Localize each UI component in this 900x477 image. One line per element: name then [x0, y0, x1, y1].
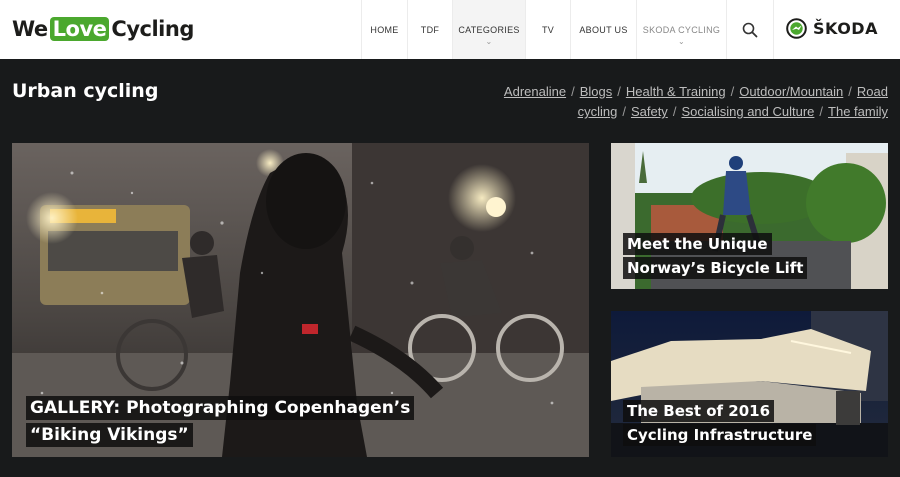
separator: /: [672, 104, 677, 119]
category-link-outdoor-mountain[interactable]: Outdoor/Mountain: [739, 84, 843, 99]
separator: /: [730, 84, 735, 99]
site-logo[interactable]: We Love Cycling: [12, 16, 194, 42]
nav-about-us[interactable]: ABOUT US: [570, 0, 636, 59]
nav-home[interactable]: HOME: [361, 0, 407, 59]
article-title[interactable]: GALLERY: Photographing Copenhagen’s “Bik…: [26, 395, 446, 449]
category-link-adrenaline[interactable]: Adrenaline: [504, 84, 566, 99]
category-link-the-family[interactable]: The family: [828, 104, 888, 119]
separator: /: [848, 84, 852, 99]
separator: /: [617, 84, 621, 99]
sponsor-logo[interactable]: ŠKODA: [786, 18, 878, 39]
sponsor-name: ŠKODA: [813, 19, 878, 38]
category-link-safety[interactable]: Safety: [631, 104, 668, 119]
nav-tv[interactable]: TV: [525, 0, 570, 59]
separator: /: [571, 84, 575, 99]
logo-word-cycling: Cycling: [111, 17, 194, 41]
article-title[interactable]: Meet the Unique Norway’s Bicycle Lift: [623, 232, 833, 280]
nav-categories[interactable]: CATEGORIES ⌄: [452, 0, 525, 59]
nav-tdf[interactable]: TDF: [407, 0, 452, 59]
chevron-down-icon: ⌄: [485, 37, 493, 46]
logo-word-we: We: [12, 17, 48, 41]
logo-word-love: Love: [49, 17, 110, 41]
article-title[interactable]: The Best of 2016 Cycling Infrastructure: [623, 399, 833, 447]
page-title: Urban cycling: [12, 80, 159, 102]
skoda-logo-icon: [786, 18, 807, 39]
article-card[interactable]: The Best of 2016 Cycling Infrastructure: [611, 311, 888, 457]
nav-categories-label: CATEGORIES: [458, 24, 520, 35]
nav-skoda-cycling[interactable]: SKODA CYCLING ⌄: [636, 0, 726, 59]
separator: /: [622, 104, 626, 119]
search-icon: [742, 22, 758, 37]
site-header: We Love Cycling HOME TDF CATEGORIES ⌄ TV…: [0, 0, 900, 59]
category-link-health-training[interactable]: Health & Training: [626, 84, 726, 99]
main-nav: HOME TDF CATEGORIES ⌄ TV ABOUT US SKODA …: [361, 0, 774, 59]
category-links: Adrenaline / Blogs / Health & Training / Outdo…: [470, 82, 888, 122]
nav-skoda-cycling-label: SKODA CYCLING: [642, 24, 721, 35]
article-card[interactable]: Meet the Unique Norway’s Bicycle Lift: [611, 143, 888, 289]
chevron-down-icon: ⌄: [677, 37, 686, 46]
search-button[interactable]: [726, 0, 774, 59]
featured-article-card[interactable]: GALLERY: Photographing Copenhagen’s “Bik…: [12, 143, 589, 457]
category-link-blogs[interactable]: Blogs: [580, 84, 613, 99]
category-link-socialising-culture[interactable]: Socialising and Culture: [681, 104, 814, 119]
separator: /: [819, 104, 824, 119]
